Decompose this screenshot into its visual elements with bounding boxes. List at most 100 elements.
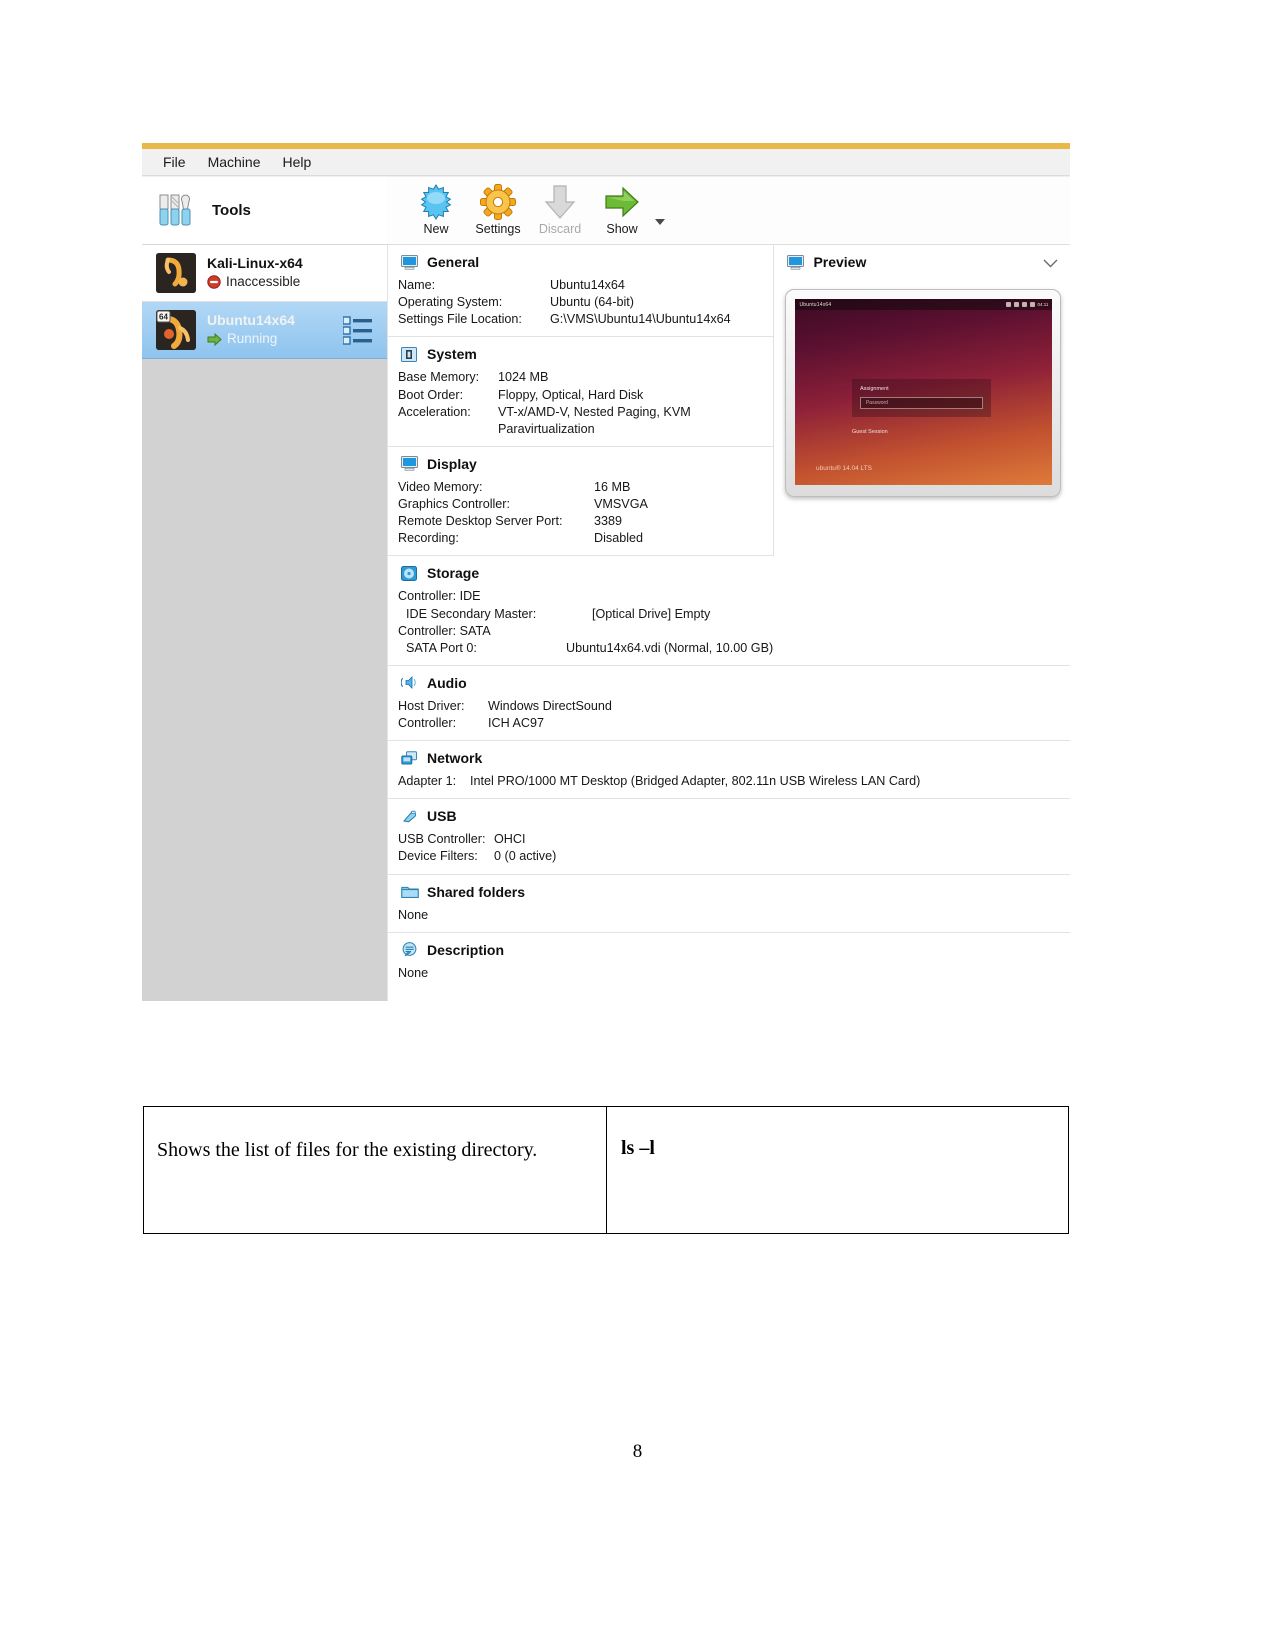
show-button[interactable]: Show <box>591 177 653 236</box>
detail-key: Adapter 1: <box>398 774 457 789</box>
machine-list-item-kali[interactable]: Kali-Linux-x64 Inaccessible <box>142 245 387 302</box>
machine-list-item-ubuntu[interactable]: 64 Ubuntu14x64 Running <box>142 302 387 359</box>
storage-controller-sata: Controller: SATA <box>398 623 491 638</box>
detail-value: Paravirtualization <box>498 421 595 436</box>
machine-state-kali: Inaccessible <box>207 274 303 291</box>
section-body-description: None <box>388 965 1070 990</box>
machine-details-list-icon[interactable] <box>343 316 373 345</box>
detail-key: Operating System: <box>398 295 503 310</box>
settings-button[interactable]: Settings <box>467 177 529 236</box>
section-network: Network Adapter 1: Intel PRO/1000 MT Des… <box>388 741 1070 800</box>
detail-key: USB Controller: <box>398 832 486 847</box>
guest-clock: 04:11 <box>1037 302 1049 307</box>
discard-button-label: Discard <box>538 222 582 236</box>
detail-key: Controller: <box>398 716 457 730</box>
detail-key: IDE Secondary Master: <box>406 606 537 621</box>
discard-button[interactable]: Discard <box>529 177 591 236</box>
section-title-system: System <box>427 346 477 363</box>
ubuntu-brand-label: ubuntu® 14.04 LTS <box>815 464 872 472</box>
section-body-system: Base Memory: 1024 MB Boot Order: Floppy,… <box>388 369 773 446</box>
monitor-frame: Ubuntu14x64 04:11 Assignment Password Gu… <box>785 289 1062 497</box>
chevron-down-icon[interactable] <box>1043 259 1058 268</box>
section-audio: Audio Host Driver: Windows DirectSound C… <box>388 666 1070 742</box>
tray-icon <box>1021 302 1027 307</box>
detail-row: IDE Secondary Master: [Optical Drive] Em… <box>398 606 1070 623</box>
detail-key: Recording: <box>398 531 459 546</box>
machine-list-panel: Tools Kali-Linux-x64 Inaccessible 64 Ubu… <box>142 177 387 1001</box>
section-body-display: Video Memory: 16 MB Graphics Controller:… <box>388 479 773 556</box>
detail-value: VMSVGA <box>594 497 648 511</box>
detail-value: ICH AC97 <box>488 716 544 730</box>
section-header-preview: Preview <box>774 245 1070 277</box>
section-usb: USB USB Controller: OHCI Device Filters:… <box>388 799 1070 875</box>
section-description: Description None <box>388 933 1070 990</box>
section-body-audio: Host Driver: Windows DirectSound Control… <box>388 698 1070 740</box>
machine-entry-text-kali: Kali-Linux-x64 Inaccessible <box>207 255 303 290</box>
detail-value: 1024 MB <box>498 370 549 385</box>
section-title-network: Network <box>427 750 483 767</box>
section-title-audio: Audio <box>427 674 467 691</box>
shared-folders-value: None <box>398 907 429 922</box>
command-table: Shows the list of files for the existing… <box>143 1106 1069 1234</box>
detail-key: Device Filters: <box>398 849 478 864</box>
storage-controller-ide: Controller: IDE <box>398 589 481 604</box>
settings-button-label: Settings <box>475 222 521 236</box>
new-button-label: New <box>423 222 449 236</box>
running-arrow-icon <box>207 332 222 346</box>
detail-row: Name: Ubuntu14x64 <box>398 277 773 294</box>
gear-icon <box>479 183 517 221</box>
preview-thumbnail[interactable]: Ubuntu14x64 04:11 Assignment Password Gu… <box>785 289 1062 497</box>
detail-row-continuation: Paravirtualization <box>398 421 773 438</box>
detail-row: Host Driver: Windows DirectSound <box>398 698 1070 715</box>
section-body-usb: USB Controller: OHCI Device Filters: 0 (… <box>388 831 1070 873</box>
detail-value: [Optical Drive] Empty <box>592 606 711 621</box>
detail-value: OHCI <box>494 832 526 847</box>
table-cell-description: Shows the list of files for the existing… <box>144 1107 607 1233</box>
menu-bar: File Machine Help <box>142 149 1070 176</box>
guest-screen: Ubuntu14x64 04:11 Assignment Password Gu… <box>795 299 1053 485</box>
new-button[interactable]: New <box>405 177 467 236</box>
detail-row: USB Controller: OHCI <box>398 831 1070 848</box>
guest-username: Assignment <box>859 385 889 392</box>
section-title-general: General <box>427 254 480 270</box>
show-dropdown-caret-icon[interactable] <box>655 218 665 225</box>
detail-value: 3389 <box>594 514 623 529</box>
discard-arrow-icon <box>541 183 579 221</box>
section-title-description: Description <box>427 941 505 958</box>
section-title-preview: Preview <box>813 254 867 270</box>
detail-row: Adapter 1: Intel PRO/1000 MT Desktop (Br… <box>398 773 1070 790</box>
detail-value: 16 MB <box>594 479 631 494</box>
detail-key: Settings File Location: <box>398 312 522 327</box>
show-button-label: Show <box>606 222 638 236</box>
detail-key: Graphics Controller: <box>398 497 510 511</box>
section-general: General Name: Ubuntu14x64 Operating Syst… <box>388 245 774 338</box>
section-header-network: Network <box>388 741 1070 773</box>
kali-linux-icon <box>156 253 196 293</box>
section-preview: Preview Ubuntu14x64 04:11 Assignment Pas… <box>773 245 1070 557</box>
sidebar-item-tools[interactable]: Tools <box>142 177 387 245</box>
detail-row: Recording: Disabled <box>398 530 773 547</box>
inaccessible-icon <box>207 275 221 289</box>
network-icon <box>401 750 418 766</box>
section-body-storage: Controller: IDE IDE Secondary Master: [O… <box>388 588 1070 665</box>
detail-row: Base Memory: 1024 MB <box>398 369 773 386</box>
detail-key: Video Memory: <box>398 479 483 494</box>
section-title-storage: Storage <box>427 565 480 582</box>
tray-icon <box>1005 302 1011 307</box>
menu-machine[interactable]: Machine <box>197 152 272 172</box>
machine-state-label-ubuntu: Running <box>227 330 278 346</box>
detail-key: Name: <box>398 278 436 292</box>
section-header-shared-folders: Shared folders <box>388 875 1070 907</box>
sidebar-item-label-tools: Tools <box>212 202 251 219</box>
menu-file[interactable]: File <box>152 152 197 172</box>
tools-icon <box>155 188 201 234</box>
detail-row: Operating System: Ubuntu (64-bit) <box>398 294 773 311</box>
hard-disk-icon <box>401 565 418 581</box>
detail-row: Graphics Controller: VMSVGA <box>398 496 773 513</box>
detail-value: Disabled <box>594 531 644 546</box>
virtualbox-manager-window: File Machine Help Tools Kali-Linux-x64 I… <box>142 143 1070 1001</box>
section-title-display: Display <box>427 455 477 472</box>
menu-help[interactable]: Help <box>271 152 322 172</box>
section-shared-folders: Shared folders None <box>388 875 1070 933</box>
detail-row: Boot Order: Floppy, Optical, Hard Disk <box>398 387 773 404</box>
